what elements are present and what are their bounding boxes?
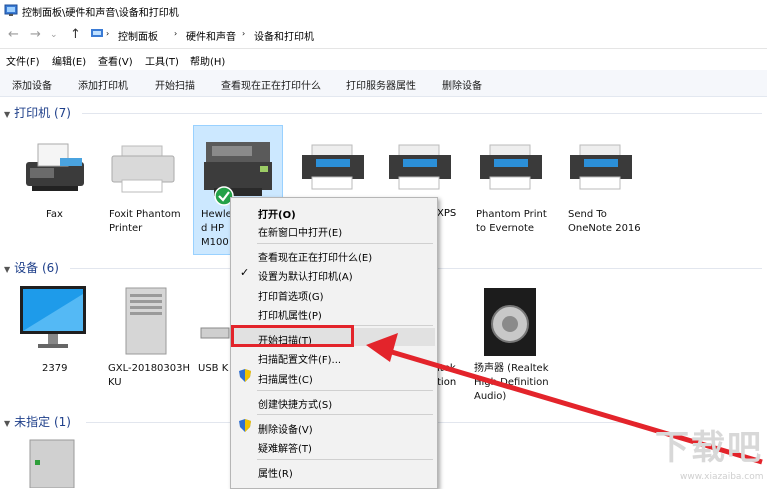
watermark-logo: 下载吧 (655, 428, 763, 468)
annotation-arrow-icon (366, 333, 763, 465)
watermark-url: www.xiazaiba.com (680, 472, 764, 482)
